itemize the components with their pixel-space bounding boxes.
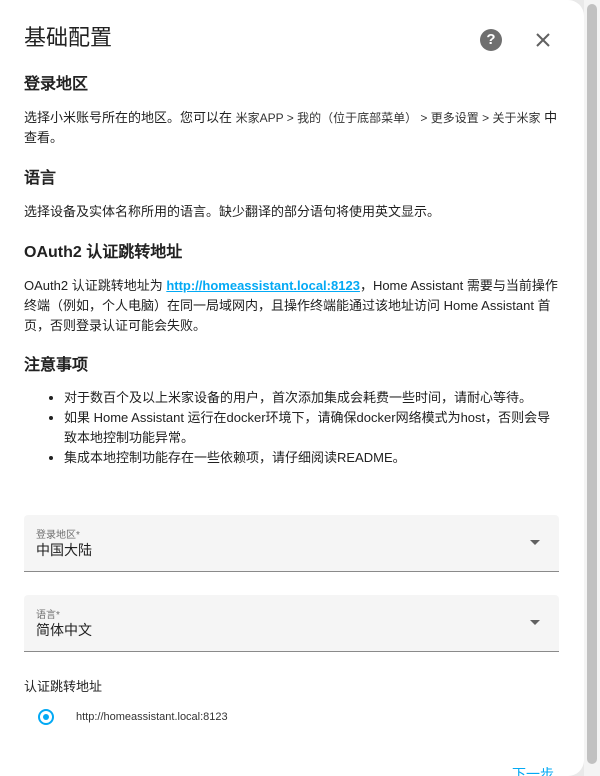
region-path-text: 米家APP > 我的（位于底部菜单） > 更多设置 > 关于米家 <box>235 111 541 125</box>
region-select-value: 中国大陆 <box>36 542 92 558</box>
section-heading-oauth: OAuth2 认证跳转地址 <box>24 244 183 261</box>
help-icon[interactable]: ? <box>480 29 502 51</box>
oauth-text-before: OAuth2 认证跳转地址为 <box>24 278 167 293</box>
dialog-title: 基础配置 <box>24 25 113 50</box>
region-select[interactable]: 登录地区* 中国大陆 <box>24 515 559 572</box>
config-dialog: 基础配置 ? 登录地区 选择小米账号所在的地区。您可以在 米家APP > 我的（… <box>0 0 584 776</box>
scrollbar-thumb[interactable] <box>587 4 597 764</box>
language-select-value: 简体中文 <box>36 622 92 638</box>
oauth-link[interactable]: http://homeassistant.local:8123 <box>166 278 360 293</box>
language-description: 选择设备及实体名称所用的语言。缺少翻译的部分语句将使用英文显示。 <box>24 204 441 219</box>
section-heading-region: 登录地区 <box>24 76 89 93</box>
region-text-1: 选择小米账号所在的地区。您可以在 <box>24 110 236 125</box>
list-item: 集成本地控制功能存在一些依赖项，请仔细阅读README。 <box>64 448 560 468</box>
list-item: 如果 Home Assistant 运行在docker环境下，请确保docker… <box>64 408 560 448</box>
list-item: 对于数百个及以上米家设备的用户，首次添加集成会耗费一些时间，请耐心等待。 <box>64 388 560 408</box>
next-button[interactable]: 下一步 <box>512 764 554 776</box>
chevron-down-icon <box>530 620 540 625</box>
chevron-down-icon <box>530 540 540 545</box>
language-select[interactable]: 语言* 简体中文 <box>24 595 559 652</box>
oauth-description: OAuth2 认证跳转地址为 http://homeassistant.loca… <box>24 276 560 336</box>
section-heading-language: 语言 <box>24 170 57 187</box>
redirect-url-label: 认证跳转地址 <box>24 679 103 694</box>
redirect-url-radio[interactable] <box>38 709 54 725</box>
region-select-label: 登录地区* <box>36 530 80 541</box>
radio-selected-dot <box>43 714 49 720</box>
section-heading-notes: 注意事项 <box>24 357 89 374</box>
language-select-label: 语言* <box>36 610 60 621</box>
notes-list: 对于数百个及以上米家设备的用户，首次添加集成会耗费一些时间，请耐心等待。 如果 … <box>24 388 560 468</box>
redirect-url-option[interactable]: http://homeassistant.local:8123 <box>76 711 228 723</box>
close-icon[interactable] <box>532 29 554 51</box>
region-description: 选择小米账号所在的地区。您可以在 米家APP > 我的（位于底部菜单） > 更多… <box>24 108 560 148</box>
